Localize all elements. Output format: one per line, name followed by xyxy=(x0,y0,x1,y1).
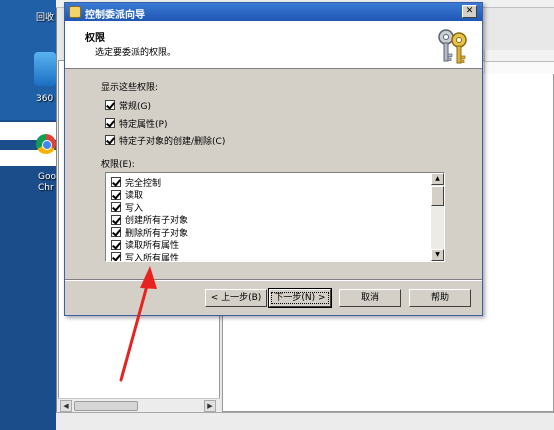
scroll-down-icon[interactable]: ▼ xyxy=(431,249,444,261)
permissions-scrollbar[interactable]: ▲ ▼ xyxy=(431,173,444,261)
checkbox-checked-icon[interactable] xyxy=(105,135,115,145)
recycle-bin-label: 回收 xyxy=(36,13,55,23)
permissions-list: 完全控制 读取 写入 创建所有子对象 删除所有子对象 读取所有属性 写入所有属性 xyxy=(111,176,189,262)
list-item[interactable]: 读取 xyxy=(111,189,188,202)
page-title: 权限 xyxy=(85,33,105,44)
list-item[interactable]: 完全控制 xyxy=(111,176,188,189)
scroll-left-icon[interactable]: ◀ xyxy=(60,400,72,412)
checkbox-general[interactable]: 常规(G) xyxy=(105,99,151,112)
show-permissions-label: 显示这些权限: xyxy=(101,83,159,93)
keys-icon xyxy=(438,29,467,64)
checkbox-child-objects-label: 特定子对象的创建/删除(C) xyxy=(119,136,226,147)
close-button[interactable]: ✕ xyxy=(462,5,477,18)
list-item[interactable]: 读取所有属性 xyxy=(111,239,188,252)
list-row xyxy=(484,62,554,74)
permission-label: 删除所有子对象 xyxy=(125,228,189,239)
checkbox-checked-icon[interactable] xyxy=(111,227,121,238)
next-button[interactable]: 下一步(N) > xyxy=(268,288,332,308)
permission-label: 读取 xyxy=(125,191,144,202)
tree-horizontal-scrollbar[interactable]: ◀ ▶ xyxy=(58,398,220,412)
list-item[interactable]: 创建所有子对象 xyxy=(111,214,189,227)
dialog-title: 控制委派向导 xyxy=(85,10,145,21)
checkbox-checked-icon[interactable] xyxy=(105,118,115,128)
permission-label: 写入所有属性 xyxy=(125,253,180,262)
chrome-icon[interactable] xyxy=(36,134,56,154)
checkbox-checked-icon[interactable] xyxy=(111,252,121,261)
list-item[interactable]: 写入所有属性 xyxy=(111,251,188,262)
checkbox-checked-icon[interactable] xyxy=(111,202,121,213)
page-subtitle: 选定要委派的权限。 xyxy=(95,48,177,58)
dialog-titlebar[interactable]: 控制委派向导 ✕ xyxy=(65,3,482,21)
close-icon: ✕ xyxy=(465,6,474,16)
app-360-label: 360 xyxy=(36,94,54,104)
app-360-icon[interactable] xyxy=(34,52,56,86)
checkbox-checked-icon[interactable] xyxy=(111,239,121,250)
cancel-button[interactable]: 取消 xyxy=(339,289,401,307)
status-bar xyxy=(56,412,554,430)
permission-label: 写入 xyxy=(125,203,144,214)
list-item[interactable]: 删除所有子对象 xyxy=(111,226,188,239)
permission-label: 创建所有子对象 xyxy=(125,216,189,227)
chrome-label-line2: Chr xyxy=(38,183,54,193)
checkbox-general-label: 常规(G) xyxy=(119,101,151,112)
checkbox-specific-properties-label: 特定属性(P) xyxy=(119,119,168,130)
chrome-label-line1: Goo xyxy=(38,172,56,182)
checkbox-checked-icon[interactable] xyxy=(111,214,121,225)
button-separator xyxy=(65,279,482,281)
checkbox-checked-icon[interactable] xyxy=(111,177,121,188)
checkbox-child-objects[interactable]: 特定子对象的创建/删除(C) xyxy=(105,134,226,147)
scroll-up-icon[interactable]: ▲ xyxy=(431,173,444,185)
permission-label: 完全控制 xyxy=(125,178,162,189)
checkbox-specific-properties[interactable]: 特定属性(P) xyxy=(105,117,168,130)
desktop: 回收 360 Goo Chr xyxy=(0,0,58,430)
back-button[interactable]: < 上一步(B) xyxy=(205,289,267,307)
list-header-row xyxy=(484,50,554,62)
scroll-thumb[interactable] xyxy=(431,186,444,206)
list-item[interactable]: 写入 xyxy=(111,201,188,214)
wizard-header: 权限 选定要委派的权限。 xyxy=(65,21,482,69)
wizard-app-icon xyxy=(69,6,81,18)
permissions-listbox[interactable]: 完全控制 读取 写入 创建所有子对象 删除所有子对象 读取所有属性 写入所有属性… xyxy=(105,172,445,262)
scroll-thumb[interactable] xyxy=(74,401,138,411)
help-button[interactable]: 帮助 xyxy=(409,289,471,307)
scroll-right-icon[interactable]: ▶ xyxy=(204,400,216,412)
permissions-label: 权限(E): xyxy=(101,160,135,170)
permission-label: 读取所有属性 xyxy=(125,241,180,252)
delegation-wizard-dialog: 控制委派向导 ✕ 权限 选定要委派的权限。 显示这些权限: 常规(G) 特定属性… xyxy=(64,2,483,316)
checkbox-checked-icon[interactable] xyxy=(105,100,115,110)
checkbox-checked-icon[interactable] xyxy=(111,189,121,200)
next-button-label: 下一步(N) > xyxy=(271,292,329,304)
